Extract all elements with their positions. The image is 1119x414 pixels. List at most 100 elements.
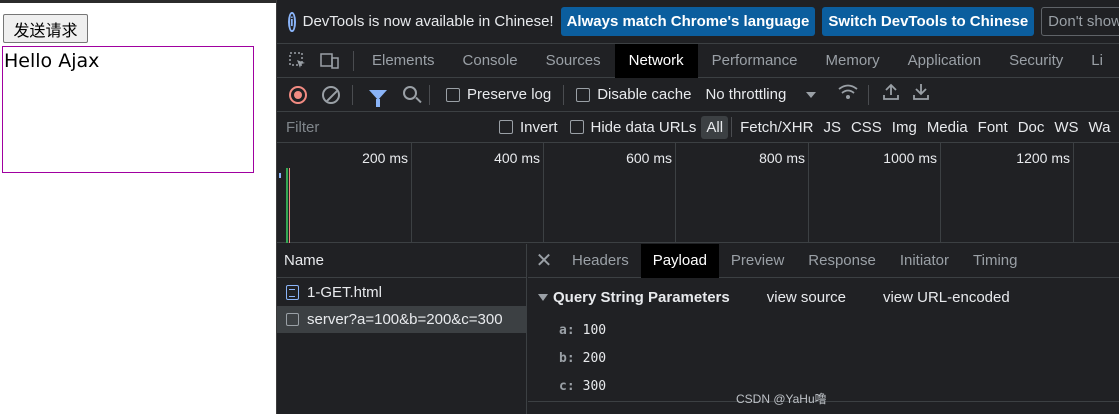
download-icon[interactable] xyxy=(913,83,930,106)
devtools-panel: i DevTools is now available in Chinese! … xyxy=(276,0,1119,414)
view-url-encoded-link[interactable]: view URL-encoded xyxy=(883,289,1010,306)
timeline-tick-label: 800 ms xyxy=(759,150,805,166)
document-icon xyxy=(286,285,299,300)
tab-response[interactable]: Response xyxy=(796,244,888,278)
name-column-header[interactable]: Name xyxy=(277,244,526,278)
type-filter-img[interactable]: Img xyxy=(887,116,922,139)
timeline-tick-label: 600 ms xyxy=(626,150,672,166)
timeline-tick-label: 200 ms xyxy=(362,150,408,166)
chevron-down-icon[interactable] xyxy=(806,91,817,98)
hide-data-urls-checkbox[interactable] xyxy=(569,120,584,134)
invert-label: Invert xyxy=(520,118,558,136)
timeline-gridline xyxy=(1073,143,1074,243)
tab-application[interactable]: Application xyxy=(894,44,995,78)
timeline-gridline xyxy=(808,143,809,243)
send-request-button[interactable]: 发送请求 xyxy=(3,14,88,43)
toolbar-separator xyxy=(429,84,430,105)
toolbar-separator xyxy=(352,84,353,105)
tab-memory[interactable]: Memory xyxy=(812,44,894,78)
info-icon: i xyxy=(288,11,296,32)
network-overview-timeline[interactable]: 200 ms 400 ms 600 ms 800 ms 1000 ms 1200… xyxy=(277,143,1119,243)
switch-to-chinese-button[interactable]: Switch DevTools to Chinese xyxy=(822,7,1035,36)
tab-headers[interactable]: Headers xyxy=(560,244,641,278)
type-filter-wasm[interactable]: Wa xyxy=(1084,116,1116,139)
timeline-request-bar xyxy=(289,168,290,243)
tab-console[interactable]: Console xyxy=(449,44,532,78)
param-key: b: xyxy=(559,350,575,366)
filter-bar: Invert Hide data URLs All Fetch/XHR JS C… xyxy=(277,112,1119,143)
page-viewport: 发送请求 Hello Ajax xyxy=(0,0,276,414)
type-filter-js[interactable]: JS xyxy=(818,116,846,139)
request-list: Name 1-GET.html server?a=100&b=200&c=300 xyxy=(277,244,527,414)
param-value: 100 xyxy=(582,322,607,338)
type-filter-media[interactable]: Media xyxy=(922,116,973,139)
disable-cache-checkbox[interactable] xyxy=(576,87,591,102)
toolbar-separator xyxy=(868,84,870,105)
tab-elements[interactable]: Elements xyxy=(358,44,449,78)
request-row[interactable]: 1-GET.html xyxy=(277,279,526,306)
param-key: a: xyxy=(559,322,575,338)
network-conditions-icon[interactable] xyxy=(838,84,858,105)
type-filter-all[interactable]: All xyxy=(701,115,729,139)
close-icon[interactable]: ✕ xyxy=(528,244,560,278)
tab-preview[interactable]: Preview xyxy=(719,244,796,278)
tab-security[interactable]: Security xyxy=(995,44,1077,78)
stop-recording-icon[interactable] xyxy=(289,85,307,104)
invert-checkbox[interactable] xyxy=(499,120,513,134)
tab-payload[interactable]: Payload xyxy=(640,243,719,278)
param-value: 200 xyxy=(582,350,607,366)
clear-icon[interactable] xyxy=(322,85,340,104)
tab-timing[interactable]: Timing xyxy=(961,244,1029,278)
always-match-language-button[interactable]: Always match Chrome's language xyxy=(560,7,816,36)
device-toolbar-icon[interactable] xyxy=(317,44,343,78)
param-key: c: xyxy=(559,378,575,394)
detail-tabbar: ✕ Headers Payload Preview Response Initi… xyxy=(528,243,1119,278)
type-filter-ws[interactable]: WS xyxy=(1049,116,1083,139)
throttling-select[interactable]: No throttling xyxy=(705,86,786,103)
dont-show-again-button[interactable]: Don't show ag xyxy=(1041,7,1119,36)
upload-icon[interactable] xyxy=(883,83,900,106)
timeline-tick-label: 1200 ms xyxy=(1016,150,1070,166)
inspect-element-icon[interactable] xyxy=(285,44,311,78)
timeline-gridline xyxy=(411,143,412,243)
tab-initiator[interactable]: Initiator xyxy=(888,244,961,278)
result-box: Hello Ajax xyxy=(2,46,254,173)
language-infobar: i DevTools is now available in Chinese! … xyxy=(277,0,1119,44)
type-filter-doc[interactable]: Doc xyxy=(1013,116,1050,139)
timeline-gridline xyxy=(543,143,544,243)
toolbar-separator xyxy=(353,50,354,71)
query-param-row: a: 100 xyxy=(528,316,1119,344)
tab-network[interactable]: Network xyxy=(614,43,698,78)
timeline-tick-label: 400 ms xyxy=(494,150,540,166)
timeline-gridline xyxy=(940,143,941,243)
tab-lighthouse[interactable]: Li xyxy=(1077,44,1117,78)
infobar-message: DevTools is now available in Chinese! xyxy=(302,13,554,30)
toolbar-separator xyxy=(563,84,565,105)
timeline-request-bar xyxy=(286,168,288,243)
query-param-row: b: 200 xyxy=(528,344,1119,372)
type-filter-fetch-xhr[interactable]: Fetch/XHR xyxy=(735,116,818,139)
xhr-icon xyxy=(286,313,299,326)
triangle-down-icon[interactable] xyxy=(538,293,548,301)
view-source-link[interactable]: view source xyxy=(767,289,846,306)
request-row-selected[interactable]: server?a=100&b=200&c=300 xyxy=(277,306,526,333)
preserve-log-checkbox[interactable] xyxy=(446,87,460,102)
request-detail-pane: ✕ Headers Payload Preview Response Initi… xyxy=(528,243,1119,414)
filter-input[interactable] xyxy=(281,115,489,139)
network-toolbar: Preserve log Disable cache No throttling xyxy=(277,78,1119,112)
request-name: server?a=100&b=200&c=300 xyxy=(307,311,503,328)
timeline-gridline xyxy=(675,143,676,243)
type-filter-font[interactable]: Font xyxy=(973,116,1013,139)
tab-sources[interactable]: Sources xyxy=(532,44,615,78)
type-filter-css[interactable]: CSS xyxy=(846,116,887,139)
request-name: 1-GET.html xyxy=(307,284,383,301)
param-value: 300 xyxy=(582,378,607,394)
filter-icon[interactable] xyxy=(369,89,387,107)
preserve-log-label: Preserve log xyxy=(467,86,552,103)
timeline-request-bar xyxy=(279,173,281,178)
tab-performance[interactable]: Performance xyxy=(698,44,812,78)
hide-data-urls-label: Hide data URLs xyxy=(590,118,697,136)
query-string-section-header[interactable]: Query String Parameters view source view… xyxy=(528,278,1119,316)
search-icon[interactable] xyxy=(403,85,417,100)
query-string-title: Query String Parameters xyxy=(553,288,730,306)
